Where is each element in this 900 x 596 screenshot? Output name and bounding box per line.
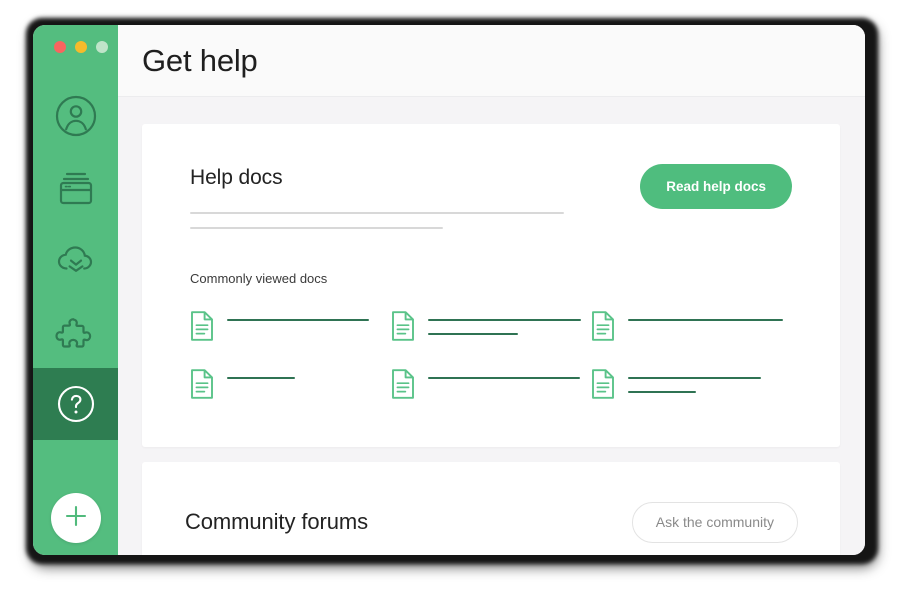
app-window: Get help Help docs Read help docs Common… xyxy=(33,25,865,555)
close-window-button[interactable] xyxy=(54,41,66,53)
document-icon xyxy=(591,311,615,346)
user-circle-icon xyxy=(54,94,98,138)
commonly-viewed-doc-item[interactable] xyxy=(190,368,391,404)
doc-title-skeleton-line xyxy=(427,377,580,379)
document-icon xyxy=(391,369,415,404)
document-icon xyxy=(591,369,615,404)
doc-title-skeleton-line xyxy=(628,391,697,393)
community-forums-title: Community forums xyxy=(185,509,368,534)
commonly-viewed-doc-item[interactable] xyxy=(391,368,592,404)
doc-title-skeleton xyxy=(628,368,762,393)
screenshot-stage: Get help Help docs Read help docs Common… xyxy=(0,0,900,596)
page-title: Get help xyxy=(142,42,258,78)
puzzle-piece-icon xyxy=(52,310,100,354)
doc-title-skeleton-line xyxy=(628,319,784,321)
topbar: Get help xyxy=(118,25,865,97)
help-docs-skeleton-line-1 xyxy=(190,212,564,214)
doc-title-skeleton xyxy=(427,310,581,335)
main-area: Get help Help docs Read help docs Common… xyxy=(118,25,865,555)
commonly-viewed-doc-item[interactable] xyxy=(391,310,592,346)
commonly-viewed-docs-label: Commonly viewed docs xyxy=(190,271,328,286)
create-new-button[interactable] xyxy=(51,493,101,543)
doc-title-skeleton xyxy=(227,368,295,379)
sidebar-item-help[interactable] xyxy=(33,368,118,440)
read-help-docs-button[interactable]: Read help docs xyxy=(640,164,792,209)
card-stack-icon xyxy=(53,166,99,210)
sidebar-item-backups[interactable] xyxy=(33,224,118,296)
doc-title-skeleton-line xyxy=(427,319,581,321)
doc-title-skeleton-line xyxy=(227,377,295,379)
doc-title-skeleton xyxy=(427,368,580,379)
help-docs-header: Help docs Read help docs xyxy=(190,164,792,229)
sidebar xyxy=(33,25,118,555)
content-scroll-area: Help docs Read help docs Commonly viewed… xyxy=(118,97,865,555)
plus-icon xyxy=(62,502,90,535)
ask-the-community-button[interactable]: Ask the community xyxy=(631,501,798,543)
zoom-window-button[interactable] xyxy=(96,41,108,53)
commonly-viewed-doc-item[interactable] xyxy=(591,310,792,346)
document-icon xyxy=(391,311,415,346)
commonly-viewed-doc-item[interactable] xyxy=(591,368,792,404)
document-icon xyxy=(190,311,214,346)
sidebar-item-payments[interactable] xyxy=(33,152,118,224)
document-icon xyxy=(190,369,214,404)
help-docs-title: Help docs xyxy=(190,166,283,189)
sidebar-nav xyxy=(33,80,118,440)
community-forums-card: Community forums Ask the community xyxy=(142,462,840,555)
sidebar-item-account[interactable] xyxy=(33,80,118,152)
help-docs-header-text: Help docs xyxy=(190,164,616,229)
doc-title-skeleton xyxy=(227,310,369,321)
cloud-download-icon xyxy=(51,238,101,282)
question-circle-icon xyxy=(55,383,97,425)
commonly-viewed-doc-item[interactable] xyxy=(190,310,391,346)
doc-title-skeleton-line xyxy=(227,319,369,321)
doc-title-skeleton-line xyxy=(628,377,762,379)
window-traffic-lights xyxy=(54,41,108,53)
doc-title-skeleton xyxy=(628,310,784,321)
help-docs-card: Help docs Read help docs Commonly viewed… xyxy=(142,124,840,447)
doc-title-skeleton-line xyxy=(427,333,518,335)
help-docs-skeleton-line-2 xyxy=(190,227,443,229)
commonly-viewed-docs-grid xyxy=(190,310,792,404)
minimize-window-button[interactable] xyxy=(75,41,87,53)
sidebar-item-integrations[interactable] xyxy=(33,296,118,368)
